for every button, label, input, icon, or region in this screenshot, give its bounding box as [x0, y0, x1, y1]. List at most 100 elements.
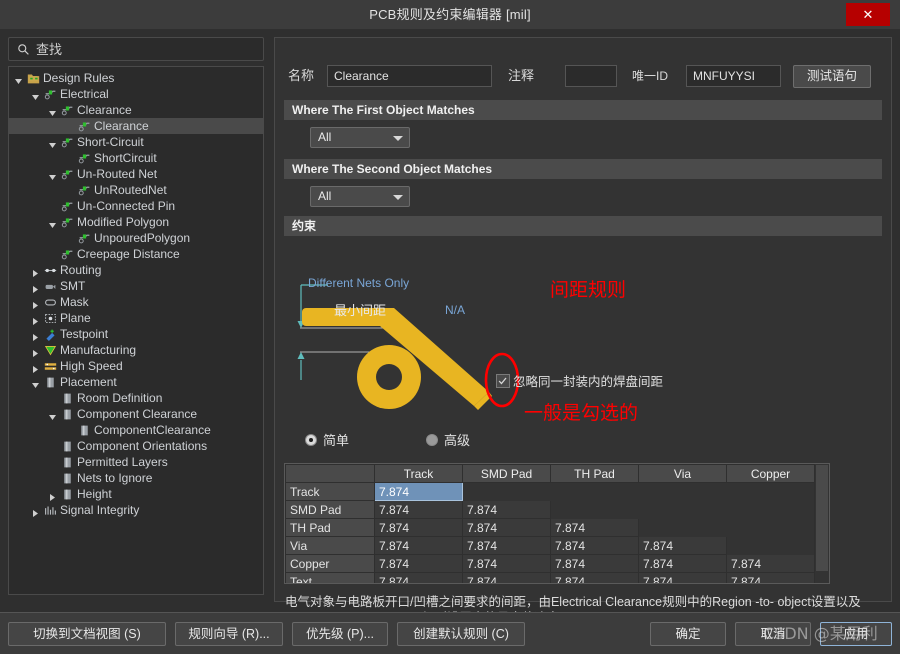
ok-button[interactable]: 确定 [650, 622, 726, 646]
tree-item-componentclearance[interactable]: ComponentClearance [9, 422, 263, 438]
matrix-scrollbar[interactable] [814, 464, 829, 583]
tree-item-unpouredpolygon[interactable]: UnpouredPolygon [9, 230, 263, 246]
second-object-select[interactable]: All [310, 186, 410, 207]
rules-tree-panel: 查找 Design RulesElectricalClearanceCleara… [8, 37, 266, 602]
matrix-cell[interactable]: 7.874 [639, 573, 727, 585]
chevron-right-icon[interactable] [32, 314, 40, 322]
chevron-down-icon[interactable] [32, 378, 40, 386]
testpoint-icon [44, 328, 57, 341]
tree-item-modified-polygon[interactable]: Modified Polygon [9, 214, 263, 230]
tree-item-manufacturing[interactable]: Manufacturing [9, 342, 263, 358]
cancel-button[interactable]: 取消 [735, 622, 811, 646]
switch-document-view-button[interactable]: 切换到文档视图 (S) [8, 622, 166, 646]
chevron-right-icon[interactable] [32, 330, 40, 338]
matrix-cell[interactable]: 7.874 [463, 537, 551, 555]
matrix-row: Via7.8747.8747.8747.874 [286, 537, 831, 555]
matrix-cell[interactable]: 7.874 [639, 537, 727, 555]
tree-item-plane[interactable]: Plane [9, 310, 263, 326]
create-default-rules-button[interactable]: 创建默认规则 (C) [397, 622, 525, 646]
tree-item-nets-to-ignore[interactable]: Nets to Ignore [9, 470, 263, 486]
placement-icon [61, 472, 74, 485]
design-rules-tree[interactable]: Design RulesElectricalClearanceClearance… [8, 66, 264, 595]
clearance-matrix-table[interactable]: TrackSMD PadTH PadViaCopperTextTrack7.87… [285, 464, 830, 584]
chevron-right-icon[interactable] [32, 362, 40, 370]
test-query-button[interactable]: 测试语句 [793, 65, 871, 88]
matrix-cell[interactable]: 7.874 [639, 555, 727, 573]
tree-item-component-clearance[interactable]: Component Clearance [9, 406, 263, 422]
tree-item-smt[interactable]: SMT [9, 278, 263, 294]
chevron-down-icon[interactable] [49, 218, 57, 226]
matrix-cell[interactable]: 7.874 [375, 573, 463, 585]
tree-item-creepage-distance[interactable]: Creepage Distance [9, 246, 263, 262]
tree-item-signal-integrity[interactable]: Signal Integrity [9, 502, 263, 518]
tree-item-testpoint[interactable]: Testpoint [9, 326, 263, 342]
chevron-right-icon[interactable] [32, 266, 40, 274]
tree-item-un-routed-net[interactable]: Un-Routed Net [9, 166, 263, 182]
chevron-right-icon[interactable] [49, 490, 57, 498]
tree-item-placement[interactable]: Placement [9, 374, 263, 390]
tree-item-label: SMT [60, 278, 85, 294]
chevron-right-icon[interactable] [32, 282, 40, 290]
tree-item-un-connected-pin[interactable]: Un-Connected Pin [9, 198, 263, 214]
clearance-diagram: Different Nets Only 最小间距 N/A 忽略同一封装内的焊盘间… [284, 270, 882, 455]
rule-wizard-button[interactable]: 规则向导 (R)... [175, 622, 283, 646]
tree-item-clearance[interactable]: Clearance [9, 102, 263, 118]
matrix-cell[interactable]: 7.874 [375, 483, 463, 501]
matrix-cell[interactable]: 7.874 [463, 501, 551, 519]
first-object-select[interactable]: All [310, 127, 410, 148]
tree-item-label: Clearance [77, 102, 132, 118]
chevron-right-icon[interactable] [32, 506, 40, 514]
tree-item-routing[interactable]: Routing [9, 262, 263, 278]
matrix-cell[interactable]: 7.874 [375, 537, 463, 555]
tree-item-clearance[interactable]: Clearance [9, 118, 263, 134]
matrix-cell[interactable]: 7.874 [463, 519, 551, 537]
chevron-down-icon[interactable] [49, 410, 57, 418]
tree-item-room-definition[interactable]: Room Definition [9, 390, 263, 406]
tree-item-label: Electrical [60, 86, 109, 102]
comment-field[interactable] [565, 65, 617, 87]
chevron-down-icon[interactable] [49, 138, 57, 146]
chevron-down-icon[interactable] [32, 90, 40, 98]
tree-item-high-speed[interactable]: High Speed [9, 358, 263, 374]
tree-item-shortcircuit[interactable]: ShortCircuit [9, 150, 263, 166]
matrix-cell[interactable]: 7.874 [727, 573, 815, 585]
matrix-cell[interactable]: 7.874 [551, 573, 639, 585]
chevron-down-icon[interactable] [49, 106, 57, 114]
unique-id-field[interactable]: MNFUYYSI [686, 65, 781, 87]
radio-advanced[interactable] [426, 434, 438, 446]
matrix-cell[interactable]: 7.874 [375, 555, 463, 573]
search-input[interactable]: 查找 [8, 37, 264, 61]
matrix-cell[interactable]: 7.874 [463, 573, 551, 585]
tree-item-height[interactable]: Height [9, 486, 263, 502]
chevron-down-icon[interactable] [49, 170, 57, 178]
priority-button[interactable]: 优先级 (P)... [292, 622, 388, 646]
radio-simple[interactable] [305, 434, 317, 446]
matrix-cell[interactable]: 7.874 [551, 555, 639, 573]
matrix-cell[interactable]: 7.874 [727, 555, 815, 573]
matrix-cell[interactable]: 7.874 [551, 519, 639, 537]
tree-item-label: Permitted Layers [77, 454, 168, 470]
matrix-cell[interactable]: 7.874 [463, 555, 551, 573]
tree-item-component-orientations[interactable]: Component Orientations [9, 438, 263, 454]
tree-item-short-circuit[interactable]: Short-Circuit [9, 134, 263, 150]
chevron-down-icon[interactable] [15, 74, 23, 82]
clearance-matrix[interactable]: TrackSMD PadTH PadViaCopperTextTrack7.87… [284, 463, 830, 584]
close-icon[interactable]: ✕ [846, 3, 890, 26]
matrix-cell[interactable]: 7.874 [375, 501, 463, 519]
tree-item-electrical[interactable]: Electrical [9, 86, 263, 102]
ignore-pad-clearance-checkbox[interactable] [496, 374, 510, 388]
tree-item-design-rules[interactable]: Design Rules [9, 70, 263, 86]
chevron-right-icon[interactable] [32, 346, 40, 354]
matrix-cell[interactable]: 7.874 [551, 537, 639, 555]
matrix-cell[interactable]: 7.874 [375, 519, 463, 537]
apply-button[interactable]: 应用 [820, 622, 892, 646]
tree-item-mask[interactable]: Mask [9, 294, 263, 310]
tree-item-label: UnRoutedNet [94, 182, 167, 198]
matrix-scrollbar-thumb[interactable] [816, 465, 828, 571]
tree-item-permitted-layers[interactable]: Permitted Layers [9, 454, 263, 470]
chevron-right-icon[interactable] [32, 298, 40, 306]
matrix-row-header: Track [286, 483, 375, 501]
tree-item-unroutednet[interactable]: UnRoutedNet [9, 182, 263, 198]
name-field[interactable]: Clearance [327, 65, 492, 87]
tree-item-label: Design Rules [43, 70, 114, 86]
